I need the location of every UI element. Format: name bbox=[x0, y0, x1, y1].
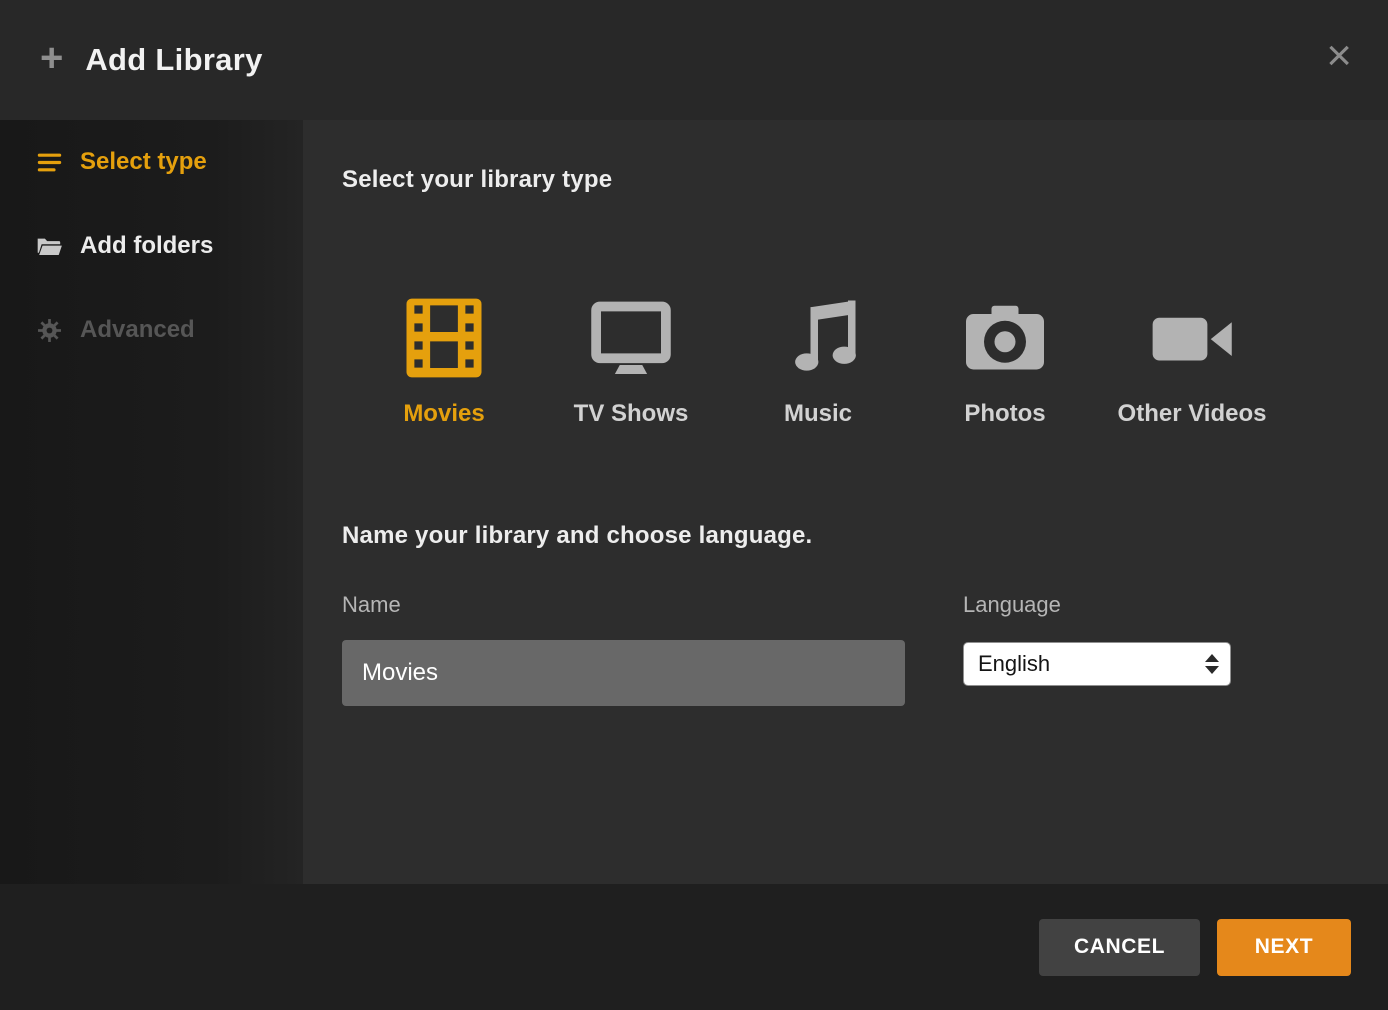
library-type-other-videos[interactable]: Other Videos bbox=[1117, 293, 1267, 429]
up-down-arrows-icon bbox=[1205, 654, 1219, 674]
language-field-label: Language bbox=[963, 591, 1231, 618]
library-type-label: Other Videos bbox=[1118, 399, 1267, 429]
dialog-body: Select type Add folders bbox=[0, 120, 1388, 884]
library-type-tv-shows[interactable]: TV Shows bbox=[556, 293, 706, 429]
name-field-label: Name bbox=[342, 591, 905, 618]
sidebar-item-advanced: Advanced bbox=[0, 288, 303, 372]
library-type-movies[interactable]: Movies bbox=[369, 293, 519, 429]
film-strip-icon bbox=[399, 293, 489, 383]
sidebar-item-label: Add folders bbox=[80, 232, 213, 260]
camera-icon bbox=[960, 293, 1050, 383]
music-note-icon bbox=[773, 293, 863, 383]
sidebar-item-label: Advanced bbox=[80, 316, 195, 344]
tv-icon bbox=[586, 293, 676, 383]
library-name-input[interactable] bbox=[342, 640, 905, 706]
library-type-photos[interactable]: Photos bbox=[930, 293, 1080, 429]
step-content: Select your library type bbox=[303, 120, 1388, 884]
language-select[interactable]: English bbox=[963, 642, 1231, 686]
library-type-label: Photos bbox=[964, 399, 1045, 429]
plus-icon: + bbox=[40, 38, 63, 78]
library-type-label: Music bbox=[784, 399, 852, 429]
library-type-section-title: Select your library type bbox=[342, 166, 1348, 194]
cancel-button[interactable]: CANCEL bbox=[1039, 919, 1200, 976]
video-camera-icon bbox=[1147, 293, 1237, 383]
sidebar-item-label: Select type bbox=[80, 148, 207, 176]
fields-row: Name Language English bbox=[342, 591, 1348, 706]
library-type-music[interactable]: Music bbox=[743, 293, 893, 429]
sidebar-item-select-type[interactable]: Select type bbox=[0, 120, 303, 204]
sidebar-item-add-folders[interactable]: Add folders bbox=[0, 204, 303, 288]
language-field-group: Language English bbox=[963, 591, 1231, 686]
library-type-label: TV Shows bbox=[574, 399, 689, 429]
name-field-group: Name bbox=[342, 591, 905, 706]
language-select-value: English bbox=[978, 651, 1050, 677]
dialog-footer: CANCEL NEXT bbox=[0, 884, 1388, 1010]
dialog-title: Add Library bbox=[85, 42, 1326, 78]
library-type-label: Movies bbox=[403, 399, 484, 429]
list-lines-icon bbox=[36, 149, 63, 176]
gear-icon bbox=[36, 317, 63, 344]
wizard-steps-sidebar: Select type Add folders bbox=[0, 120, 303, 884]
close-icon[interactable]: × bbox=[1326, 34, 1352, 78]
next-button[interactable]: NEXT bbox=[1217, 919, 1351, 976]
folder-icon bbox=[36, 233, 63, 260]
dialog-header: + Add Library × bbox=[0, 0, 1388, 120]
name-section-title: Name your library and choose language. bbox=[342, 522, 1348, 550]
library-type-row: Movies TV Shows bbox=[369, 293, 1348, 429]
